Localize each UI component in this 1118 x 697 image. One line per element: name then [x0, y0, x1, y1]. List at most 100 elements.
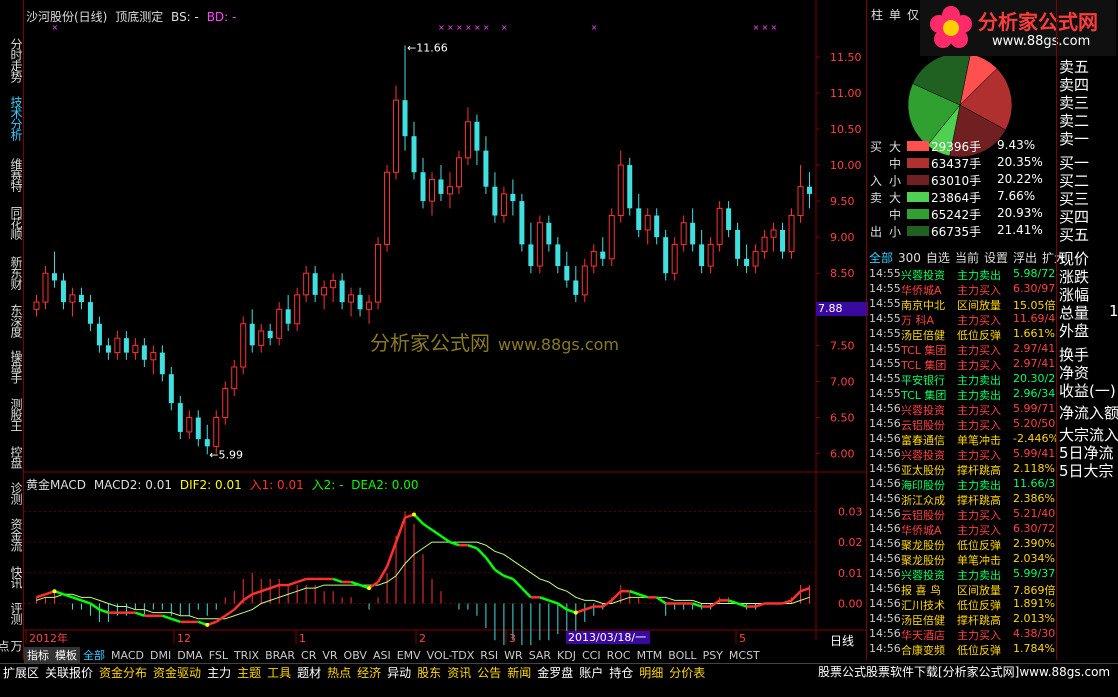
indicator-vol-tdx[interactable]: VOL-TDX: [424, 649, 478, 662]
ticker-row[interactable]: 14:55 兴蓉投资 主力卖出 5.98/72: [867, 267, 1057, 282]
ticker-row[interactable]: 14:55 华侨城A 主力买入 6.30/97: [867, 282, 1057, 297]
left-tab-3[interactable]: 同花顺: [2, 206, 23, 239]
ticker-tab-3[interactable]: 当前: [955, 251, 979, 265]
candle-body: [726, 208, 732, 230]
nav-item-19[interactable]: 分价表: [666, 664, 708, 681]
nav-item-0[interactable]: 扩展区: [0, 664, 42, 681]
indicator-obv[interactable]: OBV: [341, 649, 370, 662]
status-link[interactable]: 股票公式股票软件下载[分析家公式网]www.88gs.com: [818, 663, 1110, 680]
ticker-tab-5[interactable]: 浮出: [1013, 251, 1037, 265]
kline-chart[interactable]: 11.5011.0010.5010.009.509.008.508.007.50…: [24, 0, 866, 645]
right-header-tab-0[interactable]: 柱: [871, 8, 883, 22]
indicator-vr[interactable]: VR: [319, 649, 340, 662]
indicator-asi[interactable]: ASI: [370, 649, 394, 662]
nav-item-13[interactable]: 公告: [474, 664, 504, 681]
indicator-macd[interactable]: MACD: [108, 649, 147, 662]
ticker-row[interactable]: 14:56 云铝股份 主力买入 5.20/50: [867, 417, 1057, 432]
nav-item-11[interactable]: 股东: [414, 664, 444, 681]
nav-item-3[interactable]: 资金驱动: [150, 664, 204, 681]
nav-item-15[interactable]: 金罗盘: [534, 664, 576, 681]
indicator-dmi[interactable]: DMI: [147, 649, 174, 662]
ticker-row[interactable]: 14:55 TCL 集团 主力买入 2.97/41: [867, 357, 1057, 372]
ticker-row[interactable]: 14:56 浙江众成 撑杆跳高 2.386%: [867, 492, 1057, 507]
ticker-row[interactable]: 14:56 富春通信 单笔冲击 -2.446%: [867, 432, 1057, 447]
left-tab-4[interactable]: 新东财: [2, 256, 23, 289]
left-tab-13[interactable]: 万点: [0, 640, 23, 660]
nav-item-14[interactable]: 新闻: [504, 664, 534, 681]
ticker-tab-1[interactable]: 300: [898, 251, 921, 265]
nav-item-17[interactable]: 持仓: [606, 664, 636, 681]
nav-item-16[interactable]: 账户: [576, 664, 606, 681]
right-header-tab-2[interactable]: 仅: [907, 8, 919, 22]
ticker-row[interactable]: 14:56 云铝股份 主力买入 5.21/40: [867, 507, 1057, 522]
indicator-roc[interactable]: ROC: [604, 649, 634, 662]
nav-item-4[interactable]: 主力: [204, 664, 234, 681]
ticker-tab-2[interactable]: 自选: [926, 251, 950, 265]
ticker-tab-4[interactable]: 设置: [984, 251, 1008, 265]
left-tab-5[interactable]: 东深度: [2, 304, 23, 337]
ticker-row[interactable]: 14:56 聚龙股份 低位反弹 2.390%: [867, 537, 1057, 552]
indicator---[interactable]: 全部: [80, 647, 108, 663]
indicator-boll[interactable]: BOLL: [665, 649, 699, 662]
nav-item-10[interactable]: 异动: [384, 664, 414, 681]
candle-body: [51, 273, 57, 281]
left-tab-1[interactable]: 技术分析: [2, 96, 23, 140]
ticker-row[interactable]: 14:56 汇川技术 低位反弹 1.891%: [867, 597, 1057, 612]
right-header-tab-1[interactable]: 单: [889, 8, 901, 22]
left-tab-7[interactable]: 测股王: [2, 398, 23, 431]
ticker-row[interactable]: 14:56 报 喜 鸟 区间放量 7.869倍: [867, 582, 1057, 597]
ticker-tab-0[interactable]: 全部: [869, 251, 893, 265]
indicator-dma[interactable]: DMA: [174, 649, 206, 662]
period-label[interactable]: 日线: [830, 632, 854, 649]
ticker-row[interactable]: 14:55 TCL 集团 主力卖出 2.96/34: [867, 387, 1057, 402]
indicator---[interactable]: 模板: [52, 647, 80, 663]
left-tab-11[interactable]: 快讯: [2, 566, 23, 588]
indicator-fsl[interactable]: FSL: [206, 649, 231, 662]
indicator-mtm[interactable]: MTM: [634, 649, 666, 662]
left-tab-9[interactable]: 诊测: [2, 482, 23, 504]
nav-item-18[interactable]: 明细: [636, 664, 666, 681]
ticker-row[interactable]: 14:56 兴蓉投资 主力买入 5.99/41: [867, 447, 1057, 462]
indicator-brar[interactable]: BRAR: [262, 649, 298, 662]
nav-item-8[interactable]: 热点: [324, 664, 354, 681]
left-tab-6[interactable]: 操盘手: [2, 350, 23, 383]
ticker-row[interactable]: 14:56海印股份主力卖出 11.66/30: [867, 477, 1057, 492]
ticker-row[interactable]: 14:55 南京中北 区间放量 15.05倍: [867, 297, 1057, 312]
indicator-emv[interactable]: EMV: [394, 649, 424, 662]
indicator---[interactable]: 指标: [24, 647, 52, 663]
left-tab-10[interactable]: 资金流: [2, 518, 23, 551]
indicator-mcst[interactable]: MCST: [726, 649, 763, 662]
nav-item-2[interactable]: 资金分布: [96, 664, 150, 681]
indicator-cci[interactable]: CCI: [579, 649, 604, 662]
indicator-sar[interactable]: SAR: [526, 649, 554, 662]
ticker-row[interactable]: 14:56 华天酒店 主力买入 4.38/30: [867, 627, 1057, 642]
indicator-wr[interactable]: WR: [501, 649, 526, 662]
left-tab-12[interactable]: 评测: [2, 602, 23, 624]
nav-item-7[interactable]: 题材: [294, 664, 324, 681]
ticker-row[interactable]: 14:56 兴蓉投资 主力买入 5.99/71: [867, 402, 1057, 417]
indicator-kdj[interactable]: KDJ: [554, 649, 579, 662]
indicator-rsi[interactable]: RSI: [477, 649, 501, 662]
ticker-row[interactable]: 14:56 聚龙股份 单笔冲击 2.034%: [867, 552, 1057, 567]
ticker-row[interactable]: 14:56 亚太股份 撑杆跳高 2.118%: [867, 462, 1057, 477]
ticker-row[interactable]: 14:56 华侨城A 主力买入 6.30/72: [867, 522, 1057, 537]
left-tab-0[interactable]: 分时走势: [2, 38, 23, 82]
ticker-row[interactable]: 14:55 汤臣倍健 低位反弹 1.661%: [867, 327, 1057, 342]
indicator-cr[interactable]: CR: [298, 649, 319, 662]
ticker-row[interactable]: 14:56 兴蓉投资 主力卖出 5.99/37: [867, 567, 1057, 582]
nav-item-6[interactable]: 工具: [264, 664, 294, 681]
flow-swatch: [907, 226, 929, 236]
indicator-trix[interactable]: TRIX: [231, 649, 262, 662]
left-tab-2[interactable]: 维赛特: [2, 158, 23, 191]
nav-item-5[interactable]: 主题: [234, 664, 264, 681]
ticker-row[interactable]: 14:55 万 科A 主力买入 11.69/4: [867, 312, 1057, 327]
ticker-row[interactable]: 14:56 合康变频 低位反弹 1.784%: [867, 642, 1057, 657]
nav-item-9[interactable]: 经济: [354, 664, 384, 681]
ticker-row[interactable]: 14:55 平安银行 主力卖出 20.30/2: [867, 372, 1057, 387]
ticker-row[interactable]: 14:56 汤臣倍健 撑杆跳高 2.013%: [867, 612, 1057, 627]
left-tab-8[interactable]: 控盘: [2, 446, 23, 468]
nav-item-12[interactable]: 资讯: [444, 664, 474, 681]
indicator-psy[interactable]: PSY: [700, 649, 726, 662]
nav-item-1[interactable]: 关联报价: [42, 664, 96, 681]
ticker-row[interactable]: 14:55 TCL 集团 主力买入 2.97/41: [867, 342, 1057, 357]
